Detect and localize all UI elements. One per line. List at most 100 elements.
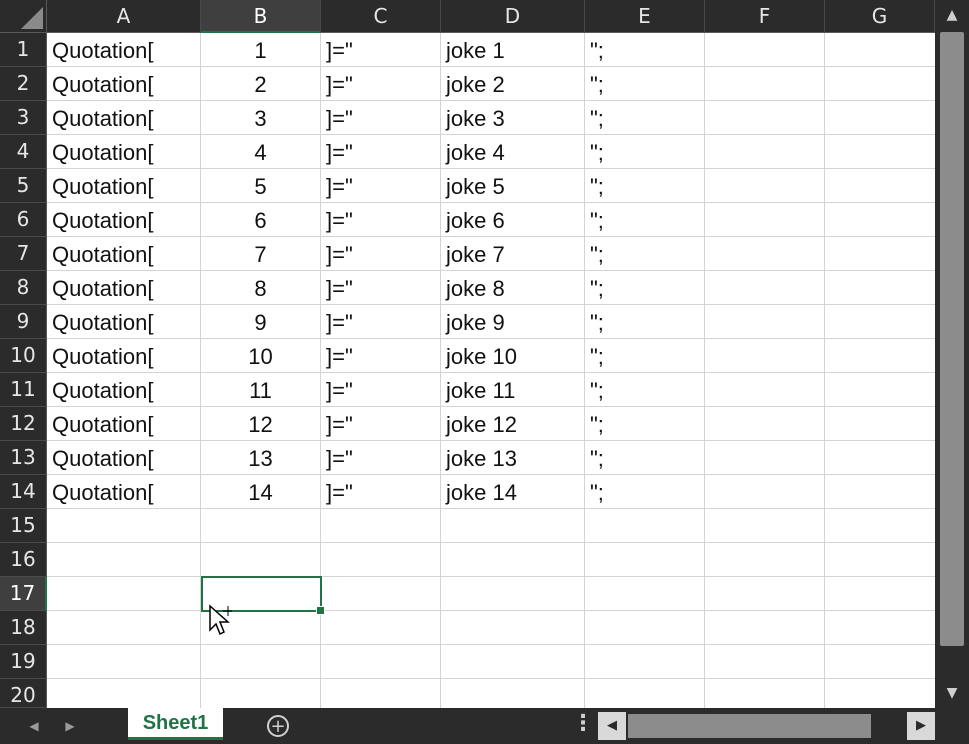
scroll-left-icon[interactable]: ◀ bbox=[598, 712, 626, 740]
cell-c7[interactable]: ]=" bbox=[321, 237, 440, 271]
cell-b9[interactable]: 9 bbox=[201, 305, 320, 339]
cell-b14[interactable]: 14 bbox=[201, 475, 320, 509]
cell-e3[interactable]: "; bbox=[585, 101, 704, 135]
row-header-6[interactable]: 6 bbox=[0, 203, 47, 237]
row-header-12[interactable]: 12 bbox=[0, 407, 47, 441]
cell-e13[interactable]: "; bbox=[585, 441, 704, 475]
row-header-18[interactable]: 18 bbox=[0, 611, 47, 645]
cell-a11[interactable]: Quotation[ bbox=[47, 373, 200, 407]
cell-c6[interactable]: ]=" bbox=[321, 203, 440, 237]
cell-d5[interactable]: joke 5 bbox=[441, 169, 584, 203]
cell-e7[interactable]: "; bbox=[585, 237, 704, 271]
chevron-right-icon[interactable]: ▶ bbox=[58, 714, 82, 738]
cell-c8[interactable]: ]=" bbox=[321, 271, 440, 305]
cell-b4[interactable]: 4 bbox=[201, 135, 320, 169]
cell-c5[interactable]: ]=" bbox=[321, 169, 440, 203]
vertical-scroll-thumb[interactable] bbox=[940, 32, 964, 646]
cell-b5[interactable]: 5 bbox=[201, 169, 320, 203]
cell-a2[interactable]: Quotation[ bbox=[47, 67, 200, 101]
cell-e1[interactable]: "; bbox=[585, 33, 704, 67]
cell-e12[interactable]: "; bbox=[585, 407, 704, 441]
plus-circle-icon[interactable]: + bbox=[267, 715, 289, 737]
cell-e6[interactable]: "; bbox=[585, 203, 704, 237]
row-header-14[interactable]: 14 bbox=[0, 475, 47, 509]
column-header-c[interactable]: C bbox=[321, 0, 441, 33]
cell-d11[interactable]: joke 11 bbox=[441, 373, 584, 407]
cell-c4[interactable]: ]=" bbox=[321, 135, 440, 169]
cell-b10[interactable]: 10 bbox=[201, 339, 320, 373]
row-header-3[interactable]: 3 bbox=[0, 101, 47, 135]
cell-d3[interactable]: joke 3 bbox=[441, 101, 584, 135]
cell-c11[interactable]: ]=" bbox=[321, 373, 440, 407]
row-header-16[interactable]: 16 bbox=[0, 543, 47, 577]
row-header-20[interactable]: 20 bbox=[0, 679, 47, 708]
cell-c2[interactable]: ]=" bbox=[321, 67, 440, 101]
cell-a12[interactable]: Quotation[ bbox=[47, 407, 200, 441]
row-header-8[interactable]: 8 bbox=[0, 271, 47, 305]
cell-e5[interactable]: "; bbox=[585, 169, 704, 203]
scroll-down-icon[interactable]: ▼ bbox=[940, 681, 964, 705]
column-header-g[interactable]: G bbox=[825, 0, 935, 33]
row-header-2[interactable]: 2 bbox=[0, 67, 47, 101]
cell-a3[interactable]: Quotation[ bbox=[47, 101, 200, 135]
cell-b11[interactable]: 11 bbox=[201, 373, 320, 407]
cell-c12[interactable]: ]=" bbox=[321, 407, 440, 441]
select-all-corner[interactable] bbox=[0, 0, 47, 33]
cell-grid[interactable]: Quotation[1]=" joke 1 "; Quotation[2]=" joke… bbox=[47, 33, 935, 708]
cell-d14[interactable]: joke 14 bbox=[441, 475, 584, 509]
cell-b8[interactable]: 8 bbox=[201, 271, 320, 305]
row-header-19[interactable]: 19 bbox=[0, 645, 47, 679]
fill-handle[interactable] bbox=[316, 606, 325, 615]
scroll-up-icon[interactable]: ▲ bbox=[940, 3, 964, 27]
horizontal-scroll-thumb[interactable] bbox=[628, 714, 871, 738]
cell-d9[interactable]: joke 9 bbox=[441, 305, 584, 339]
cell-d7[interactable]: joke 7 bbox=[441, 237, 584, 271]
horizontal-scrollbar[interactable]: ◀ ▶ bbox=[598, 712, 935, 740]
cell-a4[interactable]: Quotation[ bbox=[47, 135, 200, 169]
cell-c3[interactable]: ]=" bbox=[321, 101, 440, 135]
cell-a10[interactable]: Quotation[ bbox=[47, 339, 200, 373]
cell-e4[interactable]: "; bbox=[585, 135, 704, 169]
column-header-e[interactable]: E bbox=[585, 0, 705, 33]
cell-d10[interactable]: joke 10 bbox=[441, 339, 584, 373]
cell-c14[interactable]: ]=" bbox=[321, 475, 440, 509]
cell-c13[interactable]: ]=" bbox=[321, 441, 440, 475]
cell-b6[interactable]: 6 bbox=[201, 203, 320, 237]
cell-d13[interactable]: joke 13 bbox=[441, 441, 584, 475]
cell-e2[interactable]: "; bbox=[585, 67, 704, 101]
cell-d1[interactable]: joke 1 bbox=[441, 33, 584, 67]
row-header-15[interactable]: 15 bbox=[0, 509, 47, 543]
cell-a5[interactable]: Quotation[ bbox=[47, 169, 200, 203]
cell-d6[interactable]: joke 6 bbox=[441, 203, 584, 237]
cell-a6[interactable]: Quotation[ bbox=[47, 203, 200, 237]
cell-e8[interactable]: "; bbox=[585, 271, 704, 305]
row-header-10[interactable]: 10 bbox=[0, 339, 47, 373]
cell-b1[interactable]: 1 bbox=[201, 33, 320, 67]
scroll-right-icon[interactable]: ▶ bbox=[907, 712, 935, 740]
column-header-b[interactable]: B bbox=[201, 0, 321, 33]
cell-a13[interactable]: Quotation[ bbox=[47, 441, 200, 475]
row-header-17[interactable]: 17 bbox=[0, 577, 47, 611]
cell-d12[interactable]: joke 12 bbox=[441, 407, 584, 441]
vertical-ellipsis-icon[interactable]: ⋮ bbox=[572, 712, 594, 736]
cell-c9[interactable]: ]=" bbox=[321, 305, 440, 339]
column-header-a[interactable]: A bbox=[47, 0, 201, 33]
cell-c1[interactable]: ]=" bbox=[321, 33, 440, 67]
column-header-f[interactable]: F bbox=[705, 0, 825, 33]
row-header-13[interactable]: 13 bbox=[0, 441, 47, 475]
cell-b12[interactable]: 12 bbox=[201, 407, 320, 441]
cell-d4[interactable]: joke 4 bbox=[441, 135, 584, 169]
sheet-tab-sheet1[interactable]: Sheet1 bbox=[128, 708, 223, 740]
column-header-d[interactable]: D bbox=[441, 0, 585, 33]
cell-e9[interactable]: "; bbox=[585, 305, 704, 339]
cell-e10[interactable]: "; bbox=[585, 339, 704, 373]
cell-a14[interactable]: Quotation[ bbox=[47, 475, 200, 509]
row-header-1[interactable]: 1 bbox=[0, 33, 47, 67]
row-header-7[interactable]: 7 bbox=[0, 237, 47, 271]
cell-a1[interactable]: Quotation[ bbox=[47, 33, 200, 67]
chevron-left-icon[interactable]: ◀ bbox=[22, 714, 46, 738]
cell-c10[interactable]: ]=" bbox=[321, 339, 440, 373]
cell-a7[interactable]: Quotation[ bbox=[47, 237, 200, 271]
cell-b7[interactable]: 7 bbox=[201, 237, 320, 271]
cell-d2[interactable]: joke 2 bbox=[441, 67, 584, 101]
